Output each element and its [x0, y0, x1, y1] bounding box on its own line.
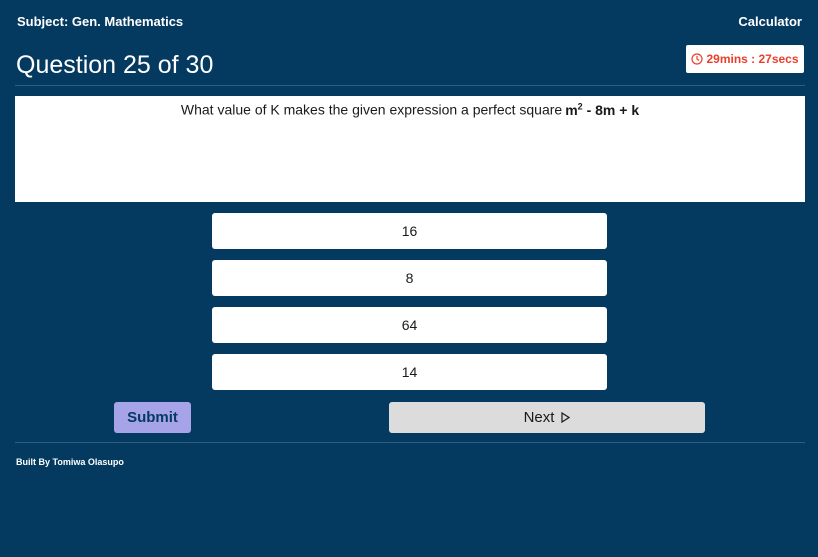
option-2[interactable]: 8	[212, 260, 607, 296]
footer-credit: Built By Tomiwa Olasupo	[16, 457, 124, 467]
clock-icon	[691, 53, 704, 65]
calculator-button[interactable]: Calculator	[738, 14, 802, 29]
option-1[interactable]: 16	[212, 213, 607, 249]
question-text: What value of K makes the given expressi…	[180, 101, 563, 118]
top-bar: Subject: Gen. Mathematics Calculator	[0, 0, 818, 44]
subject-label: Subject: Gen. Mathematics	[17, 14, 184, 29]
play-triangle-icon	[561, 412, 571, 423]
timer-text: 29mins : 27secs	[706, 52, 799, 66]
question-box: What value of K makes the given expressi…	[15, 96, 805, 202]
option-4[interactable]: 14	[212, 354, 607, 390]
option-3[interactable]: 64	[212, 307, 607, 343]
question-title: Question 25 of 30	[16, 51, 214, 79]
header-divider	[15, 85, 805, 86]
submit-button[interactable]: Submit	[114, 402, 191, 433]
timer-badge: 29mins : 27secs	[686, 45, 804, 73]
question-expression: m2 - 8m + k	[565, 101, 640, 118]
next-button[interactable]: Next	[389, 402, 705, 433]
footer-divider	[15, 442, 805, 443]
next-label: Next	[523, 409, 555, 426]
